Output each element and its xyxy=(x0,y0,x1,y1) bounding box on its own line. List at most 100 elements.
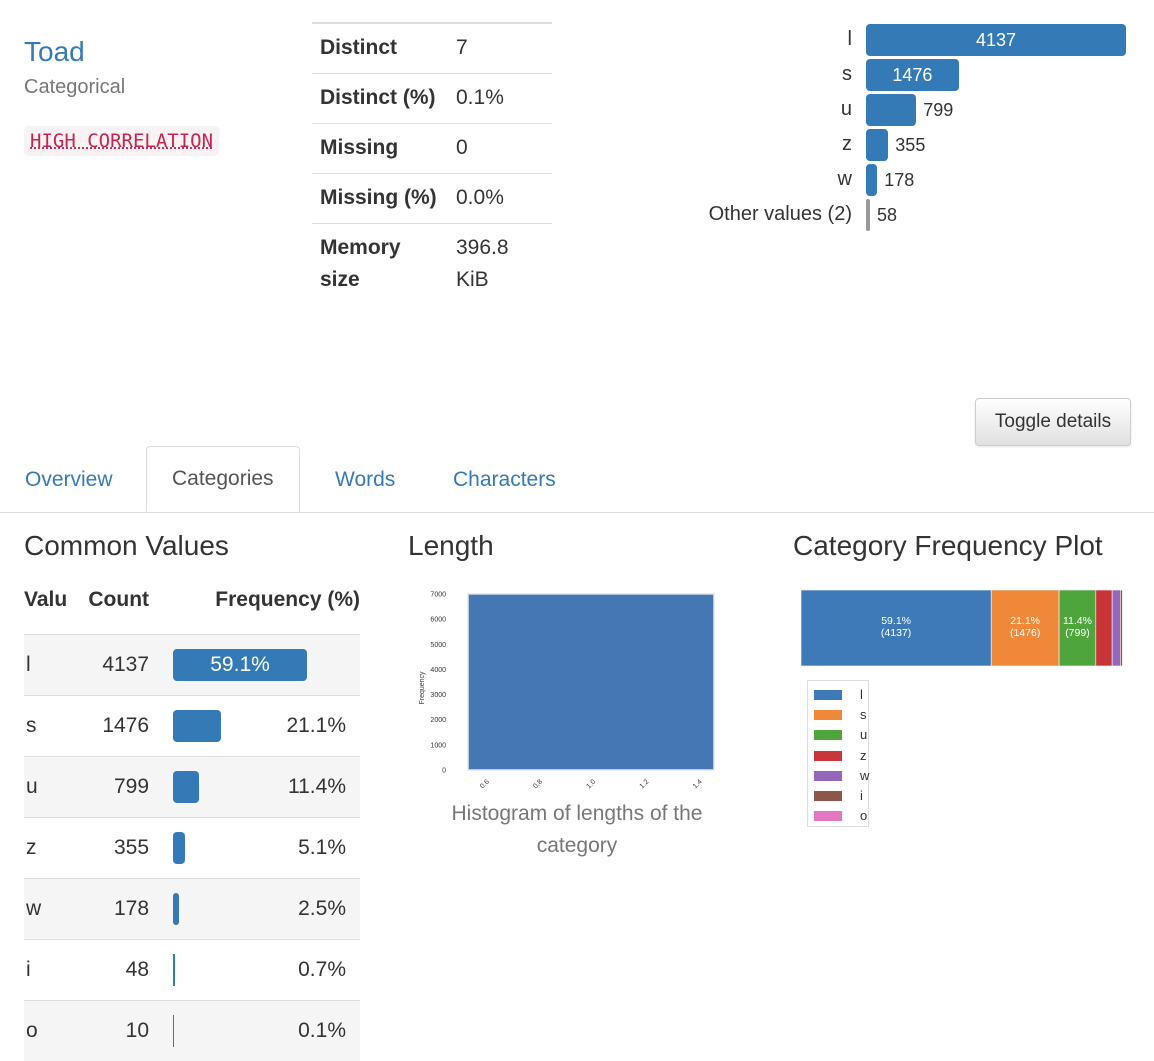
variable-stats-table: Distinct7 Distinct (%)0.1% Missing0 Miss… xyxy=(312,22,552,305)
stack-segment xyxy=(1112,590,1120,666)
histogram-y-tick: 4000 xyxy=(430,667,446,674)
value-column-header[interactable]: Value xyxy=(24,580,66,635)
mini-frequency-count: 178 xyxy=(884,164,914,196)
frequency-label: 11.4% xyxy=(288,771,346,803)
legend-label: z xyxy=(860,746,867,766)
mini-frequency-label: Other values (2) xyxy=(709,199,852,229)
stat-value: 0 xyxy=(448,124,552,174)
mini-frequency-bar xyxy=(866,94,916,126)
count-cell: 10 xyxy=(66,1001,173,1061)
stats-row: Distinct7 xyxy=(312,23,552,74)
mini-frequency-count: 4137 xyxy=(866,24,1126,56)
table-row: o100.1% xyxy=(24,1001,360,1061)
frequency-cell: 11.4% xyxy=(173,757,360,818)
legend-label: u xyxy=(860,725,867,745)
histogram-y-tick: 3000 xyxy=(430,692,446,699)
histogram-y-tick: 6000 xyxy=(430,617,446,624)
category-plot-legend: lsuzwio xyxy=(807,680,869,827)
frequency-bar xyxy=(173,710,221,742)
frequency-cell: 59.1% xyxy=(173,635,360,696)
value-text: s xyxy=(26,714,37,737)
histogram-bar xyxy=(468,594,714,770)
legend-swatch xyxy=(814,751,842,761)
legend-swatch xyxy=(814,710,842,720)
frequency-cell: 0.7% xyxy=(173,940,360,1001)
legend-label: i xyxy=(860,786,863,806)
histogram-x-tick: 0.8 xyxy=(532,778,544,790)
table-row: l 413759.1% xyxy=(24,635,360,696)
stack-segment-label: (799) xyxy=(1065,627,1090,639)
value-text: z xyxy=(26,836,37,859)
legend-label: l xyxy=(860,685,863,705)
value-text: w xyxy=(26,897,41,920)
value-cell: z xyxy=(24,818,66,879)
frequency-label: 59.1% xyxy=(173,649,307,681)
high-correlation-badge[interactable]: HIGH CORRELATION xyxy=(24,126,219,156)
table-row: w 1782.5% xyxy=(24,879,360,940)
tab-characters[interactable]: Characters xyxy=(428,448,581,512)
frequency-bar xyxy=(173,771,199,803)
mini-frequency-count: 799 xyxy=(923,94,953,126)
value-text: l xyxy=(26,653,31,676)
tab-overview[interactable]: Overview xyxy=(0,448,138,512)
frequency-cell: 0.1% xyxy=(173,1001,360,1061)
stack-segment-label: (1476) xyxy=(1010,627,1040,639)
variable-name[interactable]: Toad xyxy=(24,36,85,68)
mini-frequency-row: s 1476 xyxy=(620,59,1140,89)
legend-swatch xyxy=(814,730,842,740)
frequency-cell: 2.5% xyxy=(173,879,360,940)
mini-frequency-label: z xyxy=(842,129,852,159)
frequency-column-header[interactable]: Frequency (%) xyxy=(173,580,360,635)
common-values-header: Value Count Frequency (%) xyxy=(24,580,360,635)
toggle-details-button[interactable]: Toggle details xyxy=(975,398,1131,446)
frequency-bar xyxy=(173,1015,174,1047)
frequency-bar xyxy=(173,832,185,864)
value-cell: s xyxy=(24,696,66,757)
mini-frequency-label: u xyxy=(841,94,852,124)
histogram-y-label: Frequency xyxy=(419,671,426,705)
histogram-y-tick: 1000 xyxy=(430,742,446,749)
legend-label: w xyxy=(860,766,869,786)
mini-frequency-count: 1476 xyxy=(866,59,959,91)
histogram-y-tick: 2000 xyxy=(430,717,446,724)
table-row: i480.7% xyxy=(24,940,360,1001)
histogram-x-tick: 0.6 xyxy=(479,778,491,790)
mini-frequency-row: z355 xyxy=(620,129,1140,159)
frequency-label: 21.1% xyxy=(286,710,346,742)
count-cell: 4137 xyxy=(66,635,173,696)
tab-categories[interactable]: Categories xyxy=(146,446,300,512)
mini-frequency-row: l4137 xyxy=(620,24,1140,54)
count-column-header[interactable]: Count xyxy=(66,580,173,635)
frequency-bar xyxy=(173,893,179,925)
legend-swatch xyxy=(814,811,842,821)
table-row: s147621.1% xyxy=(24,696,360,757)
mini-frequency-count: 58 xyxy=(877,199,897,231)
stats-row: Distinct (%)0.1% xyxy=(312,74,552,124)
stat-value: 0.1% xyxy=(448,74,552,124)
table-row: u79911.4% xyxy=(24,757,360,818)
frequency-bar xyxy=(173,954,175,986)
histogram-x-tick: 1.0 xyxy=(585,778,597,790)
stats-row: Missing (%)0.0% xyxy=(312,174,552,224)
mini-frequency-row: Other values (2) 58 xyxy=(620,199,1140,229)
mini-frequency-label: w xyxy=(838,164,852,194)
value-text: u xyxy=(26,775,38,798)
tab-words[interactable]: Words xyxy=(310,448,420,512)
stack-segment xyxy=(1096,590,1112,666)
stat-key: Distinct xyxy=(312,23,448,74)
value-cell: o xyxy=(24,1001,66,1061)
legend-label: o xyxy=(860,806,867,826)
stat-key: Missing xyxy=(312,124,448,174)
stack-segment-label: (4137) xyxy=(881,627,911,639)
frequency-label: 0.7% xyxy=(298,954,346,986)
histogram-y-tick: 5000 xyxy=(430,642,446,649)
stack-segment-label: 11.4% xyxy=(1063,615,1092,627)
count-cell: 178 xyxy=(66,879,173,940)
mini-frequency-label: s xyxy=(842,59,852,89)
histogram-caption: Histogram of lengths of the category xyxy=(430,798,724,862)
common-values-title: Common Values xyxy=(24,530,229,562)
category-frequency-plot: 59.1%(4137)21.1%(1476)11.4%(799) xyxy=(800,590,1124,668)
value-cell: u xyxy=(24,757,66,818)
histogram-y-tick: 0 xyxy=(442,768,446,775)
stat-value: 0.0% xyxy=(448,174,552,224)
